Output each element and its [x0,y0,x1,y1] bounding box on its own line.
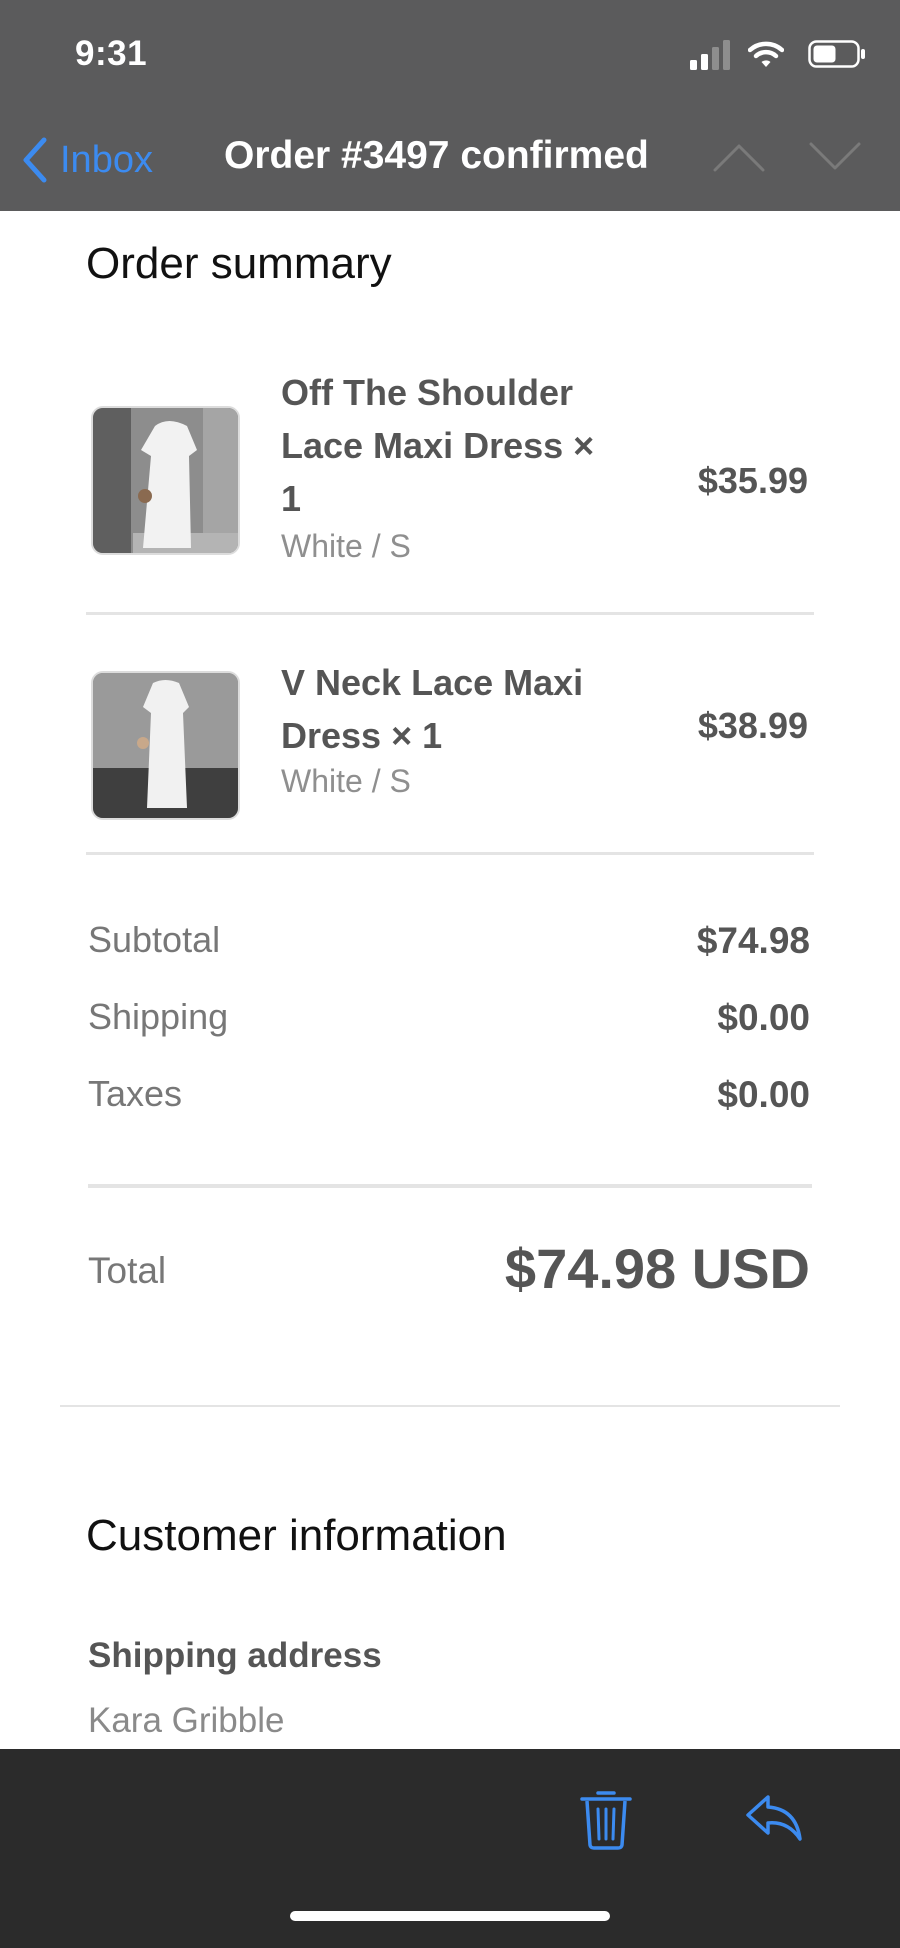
page-title: Order #3497 confirmed [224,134,649,177]
subtotal-value: $74.98 [696,920,810,961]
totals-divider [88,1184,812,1188]
next-message-chevron-down-icon[interactable] [808,140,862,174]
reply-icon[interactable] [744,1791,804,1847]
wifi-icon [748,41,784,67]
line-item: V Neck Lace Maxi Dress × 1 White / S $38… [86,656,814,831]
product-image [91,671,240,820]
item-name: Off The Shoulder Lace Maxi Dress × 1 [281,372,595,519]
previous-message-chevron-up-icon[interactable] [712,140,766,174]
shipping-value: $0.00 [717,997,810,1038]
signal-icon [690,40,730,70]
item-variant: White / S [281,763,411,799]
product-image [91,406,240,555]
item-variant: White / S [281,528,411,564]
battery-icon [808,40,865,68]
trash-icon[interactable] [578,1787,634,1851]
taxes-label: Taxes [88,1073,183,1114]
item-price: $35.99 [697,460,808,501]
total-label: Total [88,1250,167,1291]
item-price: $38.99 [697,705,808,746]
shipping-label: Shipping [88,996,229,1037]
item-divider [86,612,814,615]
taxes-value: $0.00 [717,1074,810,1115]
order-summary-heading: Order summary [86,239,392,288]
bottom-toolbar [0,1749,900,1948]
item-divider [86,852,814,855]
chevron-left-icon [23,137,47,183]
shipping-address-label: Shipping address [88,1636,382,1675]
customer-information-heading: Customer information [86,1511,507,1560]
line-item: Off The Shoulder Lace Maxi Dress × 1 Whi… [86,366,814,586]
status-time: 9:31 [75,34,148,73]
subtotal-label: Subtotal [88,919,221,960]
home-indicator [290,1911,610,1921]
back-to-inbox-button[interactable]: Inbox [20,134,153,186]
total-value: $74.98 USD [504,1237,810,1300]
top-bar: 9:31 Inbox Order #3497 confirmed [0,0,900,211]
shipping-name: Kara Gribble [88,1701,285,1740]
section-divider [60,1405,840,1407]
item-name: V Neck Lace Maxi Dress × 1 [281,662,584,756]
back-label: Inbox [60,138,153,181]
